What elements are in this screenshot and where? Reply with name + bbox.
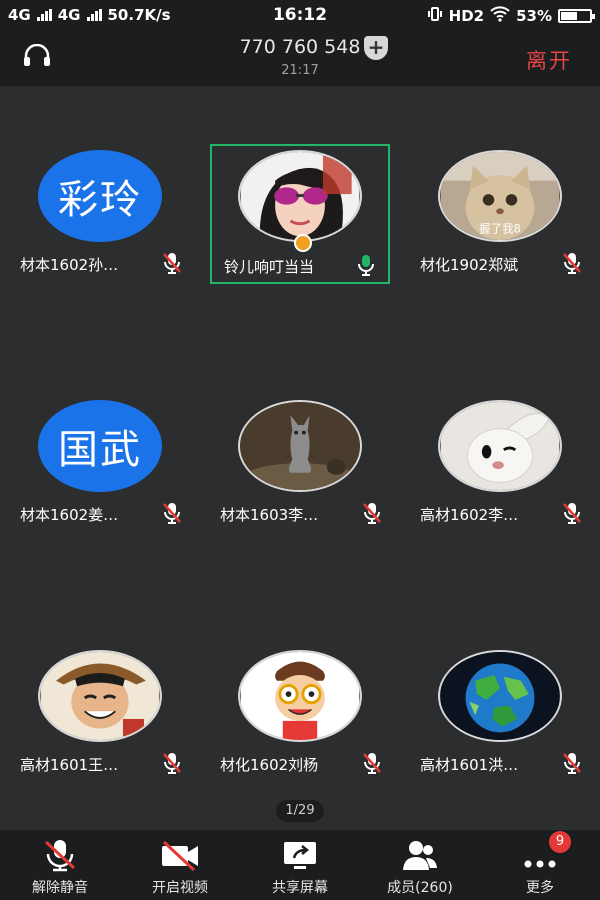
avatar: 彩玲 bbox=[38, 150, 162, 242]
mic-active-icon bbox=[356, 254, 376, 276]
members-button[interactable]: 成员(260) bbox=[360, 830, 480, 900]
participant-tile[interactable]: 高材1601王… bbox=[10, 644, 190, 784]
participant-tile-active[interactable]: 铃儿响叮当当 bbox=[210, 144, 390, 284]
start-video-button[interactable]: 开启视频 bbox=[120, 830, 240, 900]
svg-text:握了我8: 握了我8 bbox=[479, 221, 521, 235]
participant-name: 高材1601洪… bbox=[420, 756, 519, 774]
mic-muted-icon bbox=[362, 502, 382, 524]
meeting-header: 770 760 548 + 21:17 离开 bbox=[0, 30, 600, 86]
members-icon bbox=[400, 838, 440, 872]
mic-muted-icon bbox=[162, 502, 182, 524]
participant-name: 材化1902郑斌 bbox=[420, 256, 519, 274]
leave-button[interactable]: 离开 bbox=[526, 45, 572, 75]
white-rabbit-photo-icon bbox=[438, 400, 562, 492]
unmute-button[interactable]: 解除静音 bbox=[0, 830, 120, 900]
page-indicator: 1/29 bbox=[276, 800, 324, 822]
participant-grid: 彩玲 材本1602孙… 铃儿响叮当当 握了我8 材化1902郑斌 国武 材本16… bbox=[0, 86, 600, 826]
more-label: 更多 bbox=[526, 880, 554, 896]
low-poly-earth-icon bbox=[438, 650, 562, 742]
woman-sunglasses-photo-icon bbox=[238, 150, 362, 242]
start-video-label: 开启视频 bbox=[152, 880, 208, 896]
share-screen-icon bbox=[280, 838, 320, 872]
host-badge-icon bbox=[294, 234, 312, 252]
anime-man-photo-icon bbox=[38, 650, 162, 742]
share-screen-label: 共享屏幕 bbox=[272, 880, 328, 896]
more-button[interactable]: 9 更多 bbox=[480, 830, 600, 900]
mic-muted-icon bbox=[562, 502, 582, 524]
participant-tile[interactable]: 国武 材本1602姜… bbox=[10, 394, 190, 534]
participant-tile[interactable]: 材化1602刘杨 bbox=[210, 644, 390, 784]
participant-name: 高材1601王… bbox=[20, 756, 119, 774]
mic-muted-icon bbox=[162, 252, 182, 274]
participant-tile[interactable]: 高材1601洪… bbox=[410, 644, 590, 784]
members-label: 成员(260) bbox=[387, 880, 453, 896]
participant-name: 高材1602李… bbox=[420, 506, 519, 524]
participant-tile[interactable]: 材本1603李… bbox=[210, 394, 390, 534]
mic-muted-icon bbox=[562, 752, 582, 774]
mic-muted-icon bbox=[562, 252, 582, 274]
hd-indicator: HD2 bbox=[448, 7, 485, 25]
battery-percent: 53% bbox=[516, 7, 552, 25]
meeting-id[interactable]: 770 760 548 bbox=[0, 36, 600, 58]
avatar: 国武 bbox=[38, 400, 162, 492]
meeting-duration: 21:17 bbox=[281, 63, 319, 78]
cartoon-boy-glasses-icon bbox=[238, 650, 362, 742]
participant-name: 材本1602孙… bbox=[20, 256, 119, 274]
mic-muted-icon bbox=[40, 838, 80, 872]
participant-name: 铃儿响叮当当 bbox=[224, 258, 315, 276]
shield-icon[interactable]: + bbox=[364, 36, 388, 60]
vibrate-icon bbox=[427, 6, 443, 26]
more-notification-badge: 9 bbox=[549, 831, 571, 853]
meeting-toolbar: 解除静音 开启视频 共享屏幕 成员(260) 9 更多 bbox=[0, 830, 600, 900]
participant-tile[interactable]: 高材1602李… bbox=[410, 394, 590, 534]
video-off-icon bbox=[160, 838, 200, 872]
unmute-label: 解除静音 bbox=[32, 880, 88, 896]
participant-name: 材本1603李… bbox=[220, 506, 319, 524]
mic-muted-icon bbox=[162, 752, 182, 774]
participant-tile[interactable]: 握了我8 材化1902郑斌 bbox=[410, 144, 590, 284]
mic-muted-icon bbox=[362, 752, 382, 774]
participant-name: 材本1602姜… bbox=[20, 506, 119, 524]
participant-name: 材化1602刘杨 bbox=[220, 756, 319, 774]
battery-icon bbox=[558, 9, 595, 23]
wifi-icon bbox=[490, 6, 510, 26]
cat-photo-icon: 握了我8 bbox=[438, 150, 562, 242]
cat-statue-photo-icon bbox=[238, 400, 362, 492]
participant-tile[interactable]: 彩玲 材本1602孙… bbox=[10, 144, 190, 284]
status-bar: 4G 4G 50.7K/s 16:12 HD2 53% bbox=[0, 0, 600, 30]
share-screen-button[interactable]: 共享屏幕 bbox=[240, 830, 360, 900]
